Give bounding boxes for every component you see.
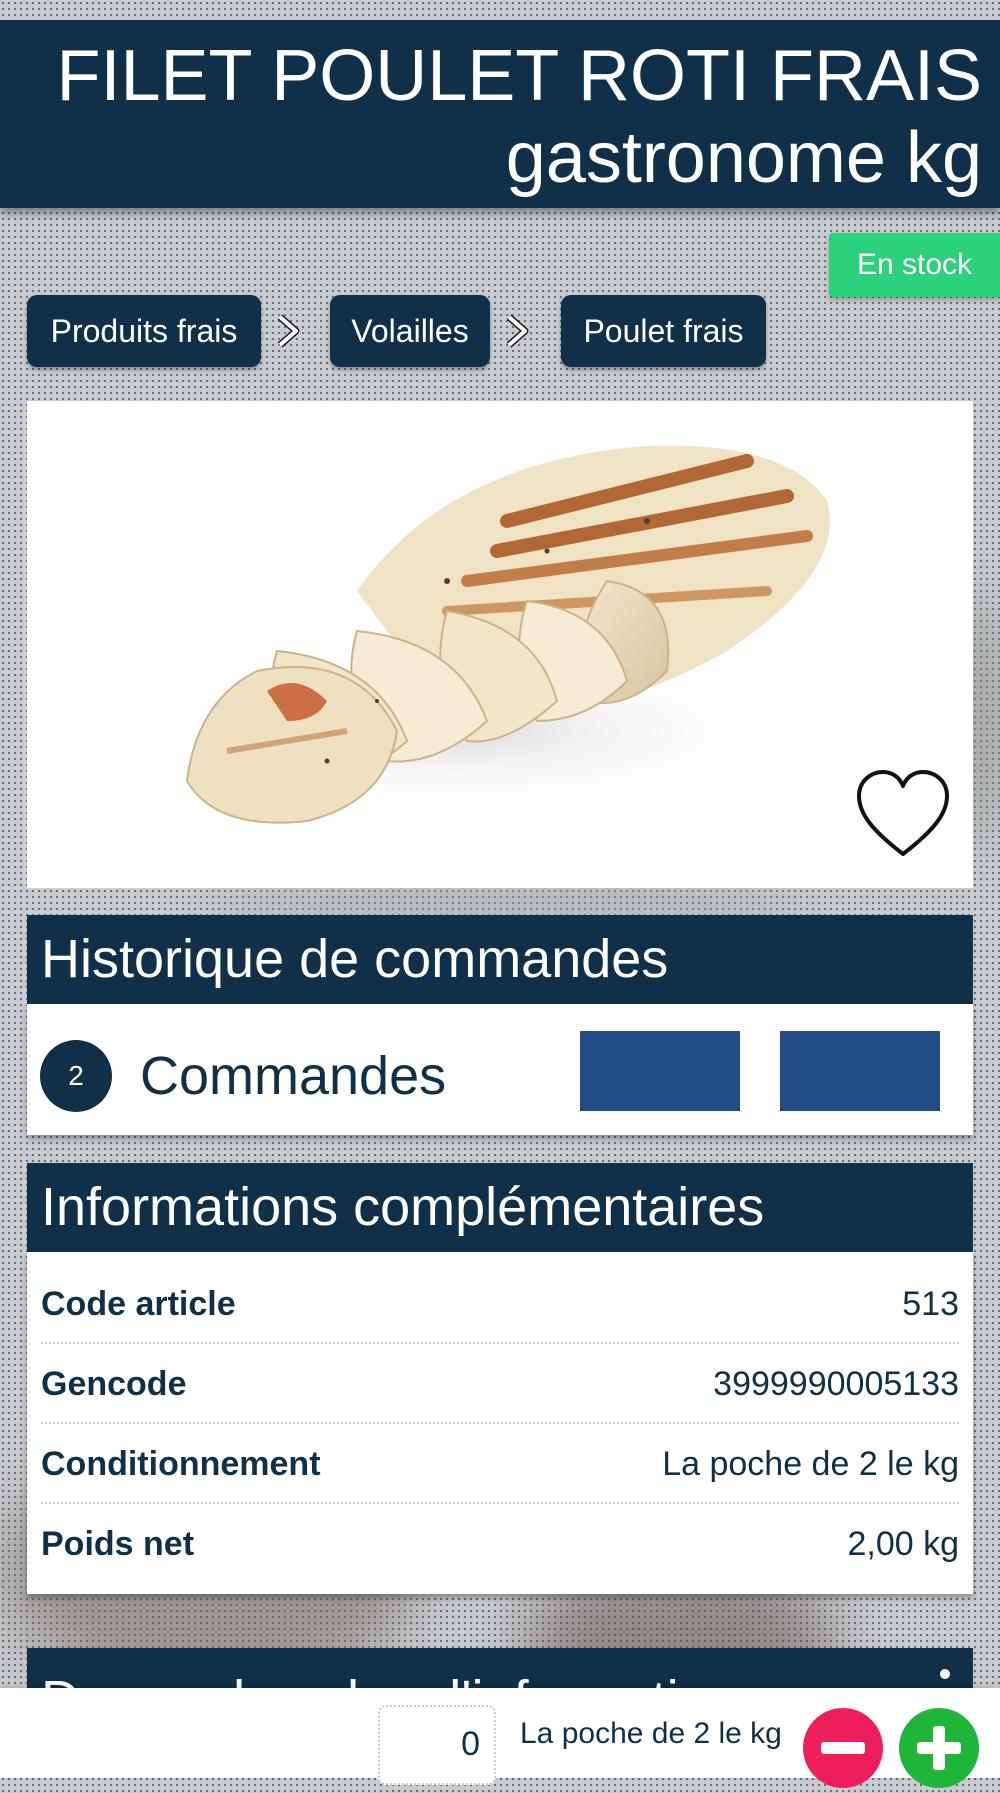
info-value: La poche de 2 le kg [662,1445,959,1483]
increase-quantity-button[interactable] [899,1708,979,1788]
info-key: Code article [41,1285,236,1323]
info-key: Gencode [41,1365,187,1403]
info-body: Code article 513 Gencode 3999990005133 C… [27,1252,973,1594]
stock-status-badge: En stock [829,233,1000,297]
info-value: 3999990005133 [713,1365,959,1403]
order-history-button[interactable] [780,1031,940,1111]
quantity-unit-label: La poche de 2 le kg [520,1717,782,1750]
info-row-gencode: Gencode 3999990005133 [41,1344,959,1424]
quantity-input[interactable] [378,1705,496,1785]
decrease-quantity-button[interactable] [803,1708,883,1788]
product-subtitle: gastronome kg [505,118,982,198]
plus-icon [917,1726,961,1770]
breadcrumb-item-poulet-frais[interactable]: Poulet frais [561,295,766,367]
product-title: FILET POULET ROTI FRAIS [56,36,982,116]
chevron-right-icon [277,314,300,348]
chicken-breast-image [127,445,830,824]
minus-icon [821,1742,865,1754]
heart-icon[interactable] [853,766,953,861]
breadcrumb-item-produits-frais[interactable]: Produits frais [27,295,261,367]
info-key: Conditionnement [41,1445,321,1483]
order-count-label: Commandes [140,1046,447,1106]
info-row-code-article: Code article 513 [41,1264,959,1344]
order-history-body: 2 Commandes [27,1004,973,1135]
info-row-conditionnement: Conditionnement La poche de 2 le kg [41,1424,959,1504]
breadcrumb-item-volailles[interactable]: Volailles [330,295,490,367]
info-row-poids-net: Poids net 2,00 kg [41,1504,959,1584]
add-to-cart-bar: La poche de 2 le kg [0,1688,1000,1788]
chevron-right-icon [506,314,529,348]
info-key: Poids net [41,1525,195,1563]
order-history-header: Historique de commandes [27,915,973,1004]
order-count-badge: 2 [40,1040,112,1112]
info-value: 513 [902,1285,959,1323]
info-value: 2,00 kg [847,1525,959,1563]
product-image [27,401,973,888]
order-history-button[interactable] [580,1031,740,1111]
info-header: Informations complémentaires [27,1163,973,1252]
product-title-banner: FILET POULET ROTI FRAIS gastronome kg [0,20,1000,208]
